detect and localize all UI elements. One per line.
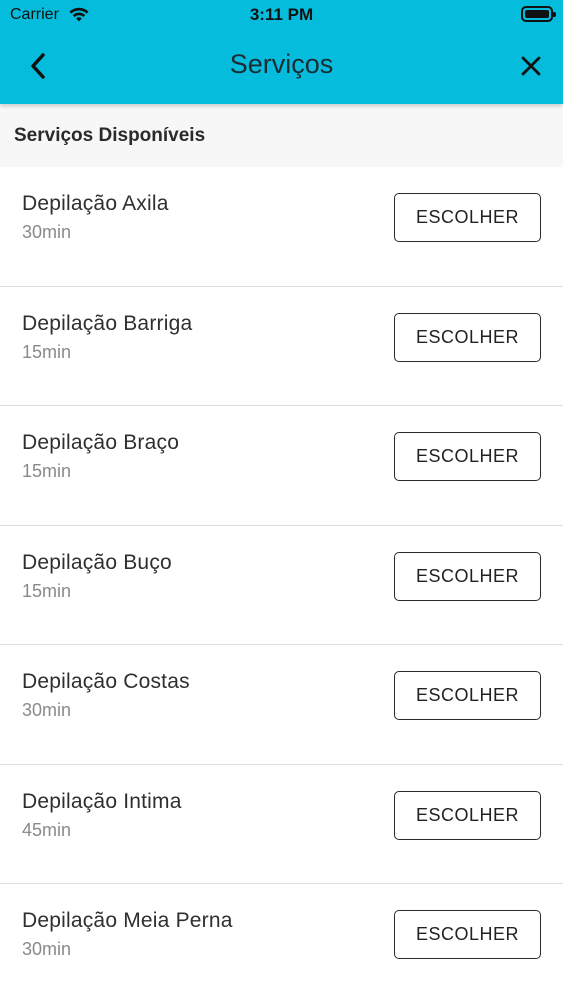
service-name: Depilação Braço [22, 431, 180, 454]
choose-button[interactable]: ESCOLHER [394, 432, 541, 481]
service-name: Depilação Costas [22, 670, 190, 693]
list-item: Depilação Costas 30min ESCOLHER [0, 645, 563, 765]
service-name: Depilação Meia Perna [22, 909, 233, 932]
choose-button[interactable]: ESCOLHER [394, 312, 541, 362]
service-name: Depilação Intima [22, 789, 182, 813]
status-bar: Carrier 3:11 PM [0, 0, 563, 30]
service-duration: 30min [22, 939, 72, 959]
choose-button[interactable]: ESCOLHER [394, 910, 541, 959]
close-icon [521, 56, 541, 76]
service-duration: 15min [22, 580, 72, 601]
services-list: Depilação Axila 30min ESCOLHER Depilação… [0, 167, 563, 1000]
list-item: Depilação Barriga 15min ESCOLHER [0, 286, 563, 406]
service-name: Depilação Buço [22, 550, 172, 574]
service-duration: 15min [22, 341, 72, 362]
list-item: Depilação Meia Perna 30min ESCOLHER [0, 884, 563, 1000]
service-duration: 45min [22, 819, 72, 840]
choose-button[interactable]: ESCOLHER [394, 671, 541, 720]
close-button[interactable] [511, 44, 551, 88]
choose-button[interactable]: ESCOLHER [394, 790, 541, 840]
service-name: Depilação Axila [22, 192, 169, 215]
choose-button[interactable]: ESCOLHER [394, 551, 541, 601]
navigation-bar: Serviços [0, 30, 563, 104]
page-title: Serviços [229, 49, 334, 79]
list-item: Depilação Axila 30min ESCOLHER [0, 167, 563, 287]
service-name: Depilação Barriga [22, 311, 193, 335]
service-duration: 30min [22, 700, 72, 720]
section-title: Serviços Disponíveis [14, 125, 206, 146]
list-item: Depilação Intima 45min ESCOLHER [0, 764, 563, 884]
service-duration: 30min [22, 222, 72, 242]
choose-button[interactable]: ESCOLHER [394, 193, 541, 242]
service-duration: 15min [22, 461, 72, 481]
list-item: Depilação Braço 15min ESCOLHER [0, 406, 563, 526]
top-bar: Carrier 3:11 PM Serviços [0, 0, 563, 104]
status-time: 3:11 PM [249, 5, 314, 24]
section-header: Serviços Disponíveis [0, 104, 563, 167]
battery-icon [521, 6, 556, 22]
list-item: Depilação Buço 15min ESCOLHER [0, 525, 563, 645]
